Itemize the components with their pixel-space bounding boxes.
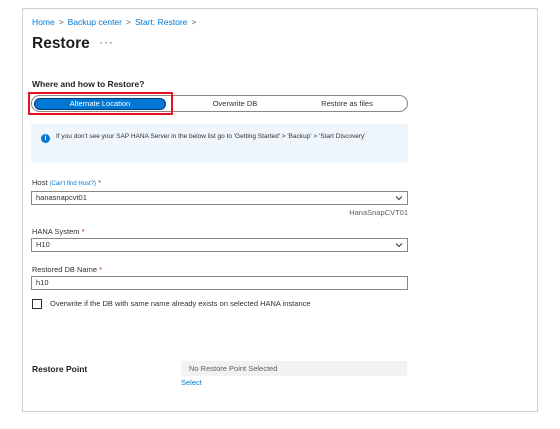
hana-system-label-text: HANA System [32, 227, 80, 236]
hana-system-value: H10 [36, 240, 50, 249]
host-value: hanasnapcvt01 [36, 193, 87, 202]
required-marker: * [98, 178, 102, 187]
info-icon: i [41, 134, 50, 143]
breadcrumb-backup-center[interactable]: Backup center [68, 17, 122, 27]
breadcrumb-separator: > [126, 17, 131, 27]
breadcrumb-home[interactable]: Home [32, 17, 55, 27]
info-text: If you don't see your SAP HANA Server in… [56, 133, 366, 140]
restore-target-heading: Where and how to Restore? [32, 79, 145, 89]
option-alternate-location[interactable]: Alternate Location [34, 98, 166, 110]
chevron-down-icon [395, 196, 403, 201]
host-label: Host (Can't find Host?) * [32, 178, 101, 187]
host-label-text: Host [32, 178, 48, 187]
restored-db-label: Restored DB Name * [32, 265, 102, 274]
restore-point-value: No Restore Point Selected [181, 361, 407, 376]
required-marker: * [99, 265, 103, 274]
restore-point-label: Restore Point [32, 364, 88, 374]
host-dropdown[interactable]: hanasnapcvt01 [31, 191, 408, 205]
restored-db-name-input[interactable]: h10 [31, 276, 408, 290]
required-marker: * [81, 227, 85, 236]
restored-db-label-text: Restored DB Name [32, 265, 98, 274]
chevron-down-icon [395, 243, 403, 248]
hana-system-label: HANA System * [32, 227, 85, 236]
select-restore-point-link[interactable]: Select [181, 378, 202, 387]
cant-find-host-link[interactable]: (Can't find Host?) [50, 181, 97, 187]
info-banner: i If you don't see your SAP HANA Server … [31, 124, 408, 163]
overwrite-checkbox[interactable] [32, 299, 42, 309]
option-restore-as-files[interactable]: Restore as files [295, 98, 399, 109]
breadcrumb: Home > Backup center > Start: Restore > [32, 17, 200, 27]
hana-system-dropdown[interactable]: H10 [31, 238, 408, 252]
page-title: Restore [32, 35, 90, 52]
host-hint: HanaSnapCVT01 [349, 208, 408, 217]
restore-panel: Home > Backup center > Start: Restore > Resto… [22, 8, 538, 412]
breadcrumb-start-restore[interactable]: Start: Restore [135, 17, 187, 27]
option-overwrite-db[interactable]: Overwrite DB [183, 98, 287, 109]
breadcrumb-separator: > [191, 17, 197, 27]
overwrite-checkbox-label: Overwrite if the DB with same name alrea… [50, 299, 311, 308]
breadcrumb-separator: > [58, 17, 64, 27]
more-actions-button[interactable]: ··· [99, 35, 114, 49]
